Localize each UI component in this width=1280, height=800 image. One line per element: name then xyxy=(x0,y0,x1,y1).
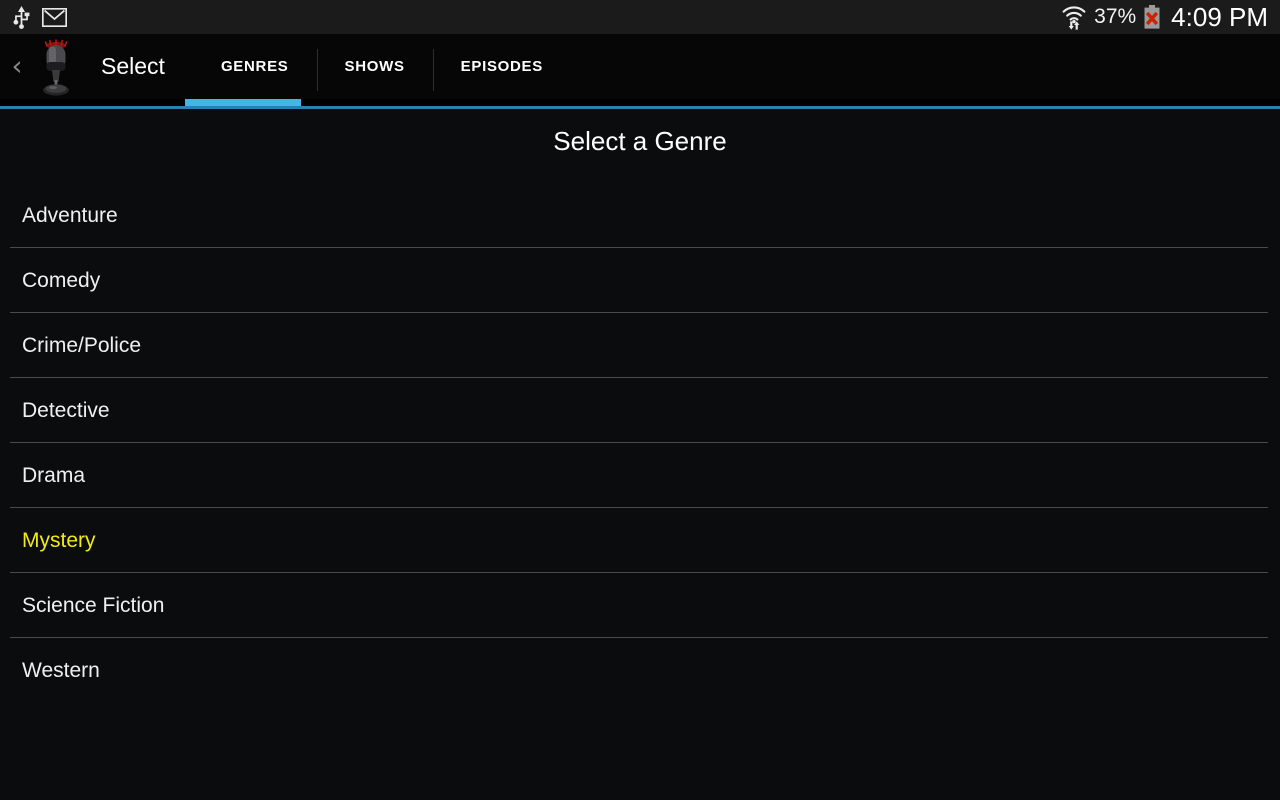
list-item-label: Comedy xyxy=(22,268,101,292)
page-title: Select xyxy=(101,53,165,79)
action-bar: ‹ Select GENRES SHOWS EPISODES xyxy=(0,34,1280,99)
list-item[interactable]: Crime/Police xyxy=(0,313,1280,378)
tab-episodes-label: EPISODES xyxy=(460,58,543,75)
status-bar-system-icons: 37% 4:09 PM xyxy=(1061,2,1268,33)
status-bar-notification-icons xyxy=(12,5,67,29)
tab-genres[interactable]: GENRES xyxy=(193,34,317,99)
list-item[interactable]: Mystery xyxy=(0,508,1280,573)
list-item-label: Science Fiction xyxy=(22,593,165,617)
list-item-label: Detective xyxy=(22,398,110,422)
list-item[interactable]: Science Fiction xyxy=(0,573,1280,638)
list-item-label: Adventure xyxy=(22,203,118,227)
status-bar-clock: 4:09 PM xyxy=(1171,1,1268,32)
list-item[interactable]: Western xyxy=(0,638,1280,703)
list-item[interactable]: Comedy xyxy=(0,248,1280,313)
back-chevron-icon[interactable]: ‹ xyxy=(3,53,31,80)
list-item-label: Drama xyxy=(22,463,86,487)
tab-shows[interactable]: SHOWS xyxy=(316,34,433,99)
active-tab-indicator xyxy=(185,99,301,106)
gmail-icon xyxy=(42,7,67,27)
tab-bar: GENRES SHOWS EPISODES xyxy=(193,34,571,99)
microphone-icon xyxy=(33,37,79,97)
content-heading: Select a Genre xyxy=(553,126,727,156)
battery-error-icon xyxy=(1143,4,1161,30)
list-item[interactable]: Adventure xyxy=(0,183,1280,248)
tab-genres-label: GENRES xyxy=(220,58,289,75)
list-item-label: Mystery xyxy=(22,528,96,552)
tab-episodes[interactable]: EPISODES xyxy=(432,34,571,99)
wifi-data-icon xyxy=(1061,5,1087,30)
list-item-label: Crime/Police xyxy=(22,333,142,357)
list-item[interactable]: Detective xyxy=(0,378,1280,443)
genre-list: Adventure Comedy Crime/Police Detective … xyxy=(0,183,1280,703)
list-item-label: Western xyxy=(22,658,100,682)
status-bar: 37% 4:09 PM xyxy=(0,0,1280,34)
battery-percent-label: 37% xyxy=(1094,5,1137,28)
usb-icon xyxy=(12,5,31,29)
list-item[interactable]: Drama xyxy=(0,443,1280,508)
content-area: Select a Genre Adventure Comedy Crime/Po… xyxy=(0,109,1280,800)
tab-shows-label: SHOWS xyxy=(344,58,405,75)
